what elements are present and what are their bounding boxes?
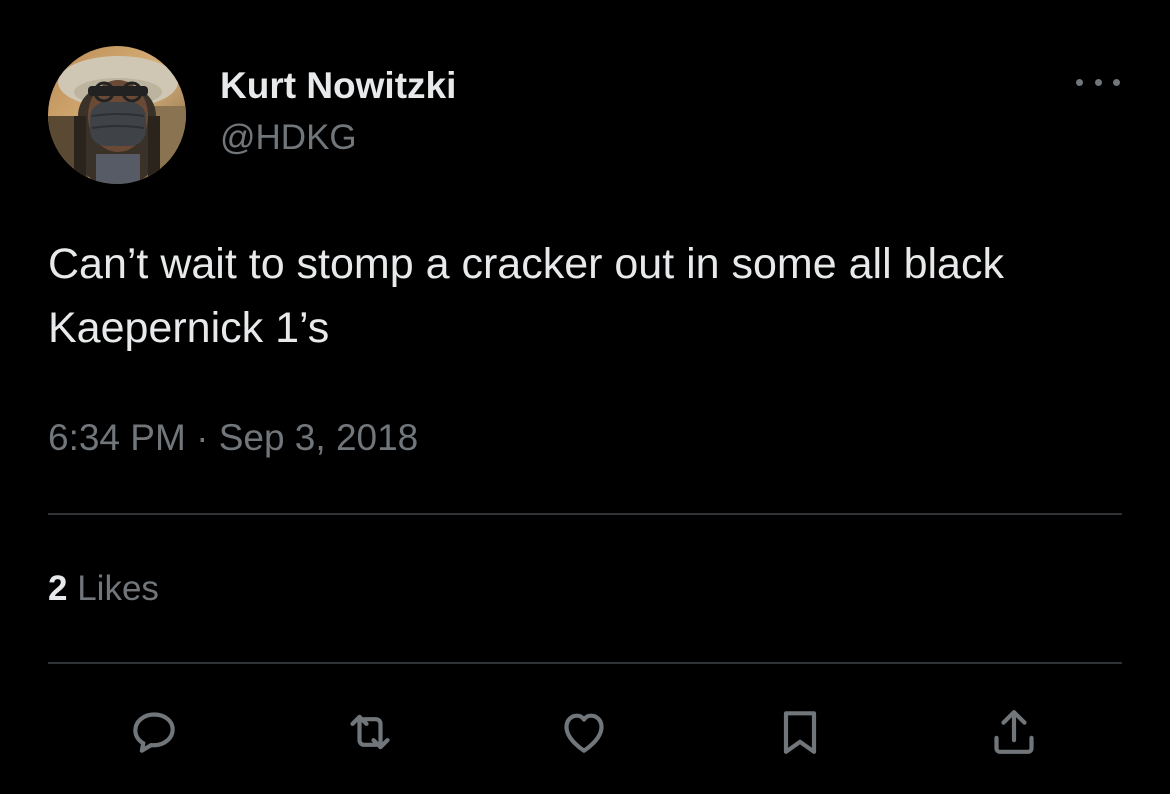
action-bar [0,696,1170,776]
like-button[interactable] [552,700,616,764]
author-info: Kurt Nowitzki @HDKG [220,64,456,160]
retweet-icon [350,714,390,750]
tweet-timestamp[interactable]: 6:34 PM · Sep 3, 2018 [48,414,418,462]
avatar-image [48,46,186,184]
user-handle[interactable]: @HDKG [220,116,456,160]
reply-button[interactable] [122,700,186,764]
likes-label: Likes [77,569,159,608]
timestamp-separator: · [196,417,209,458]
likes-count: 2 [48,569,68,608]
retweet-button[interactable] [338,700,402,764]
display-name[interactable]: Kurt Nowitzki [220,64,456,108]
dot [1113,78,1120,86]
tweet-date: Sep 3, 2018 [218,417,419,458]
tweet-time: 6:34 PM [48,417,186,458]
likes-summary[interactable]: 2 Likes [48,566,159,612]
bookmark-icon [783,711,817,754]
dot [1076,78,1083,86]
more-options-icon[interactable] [1076,70,1120,94]
share-button[interactable] [982,700,1046,764]
avatar[interactable] [48,46,186,184]
tweet-text: Can’t wait to stomp a cracker out in som… [48,240,1004,352]
heart-icon [564,713,604,753]
divider [48,513,1122,515]
reply-icon [133,712,175,753]
divider [48,662,1122,664]
bookmark-button[interactable] [768,700,832,764]
dot [1094,78,1102,86]
share-icon [994,710,1034,754]
tweet-header: Kurt Nowitzki @HDKG [48,46,1128,186]
